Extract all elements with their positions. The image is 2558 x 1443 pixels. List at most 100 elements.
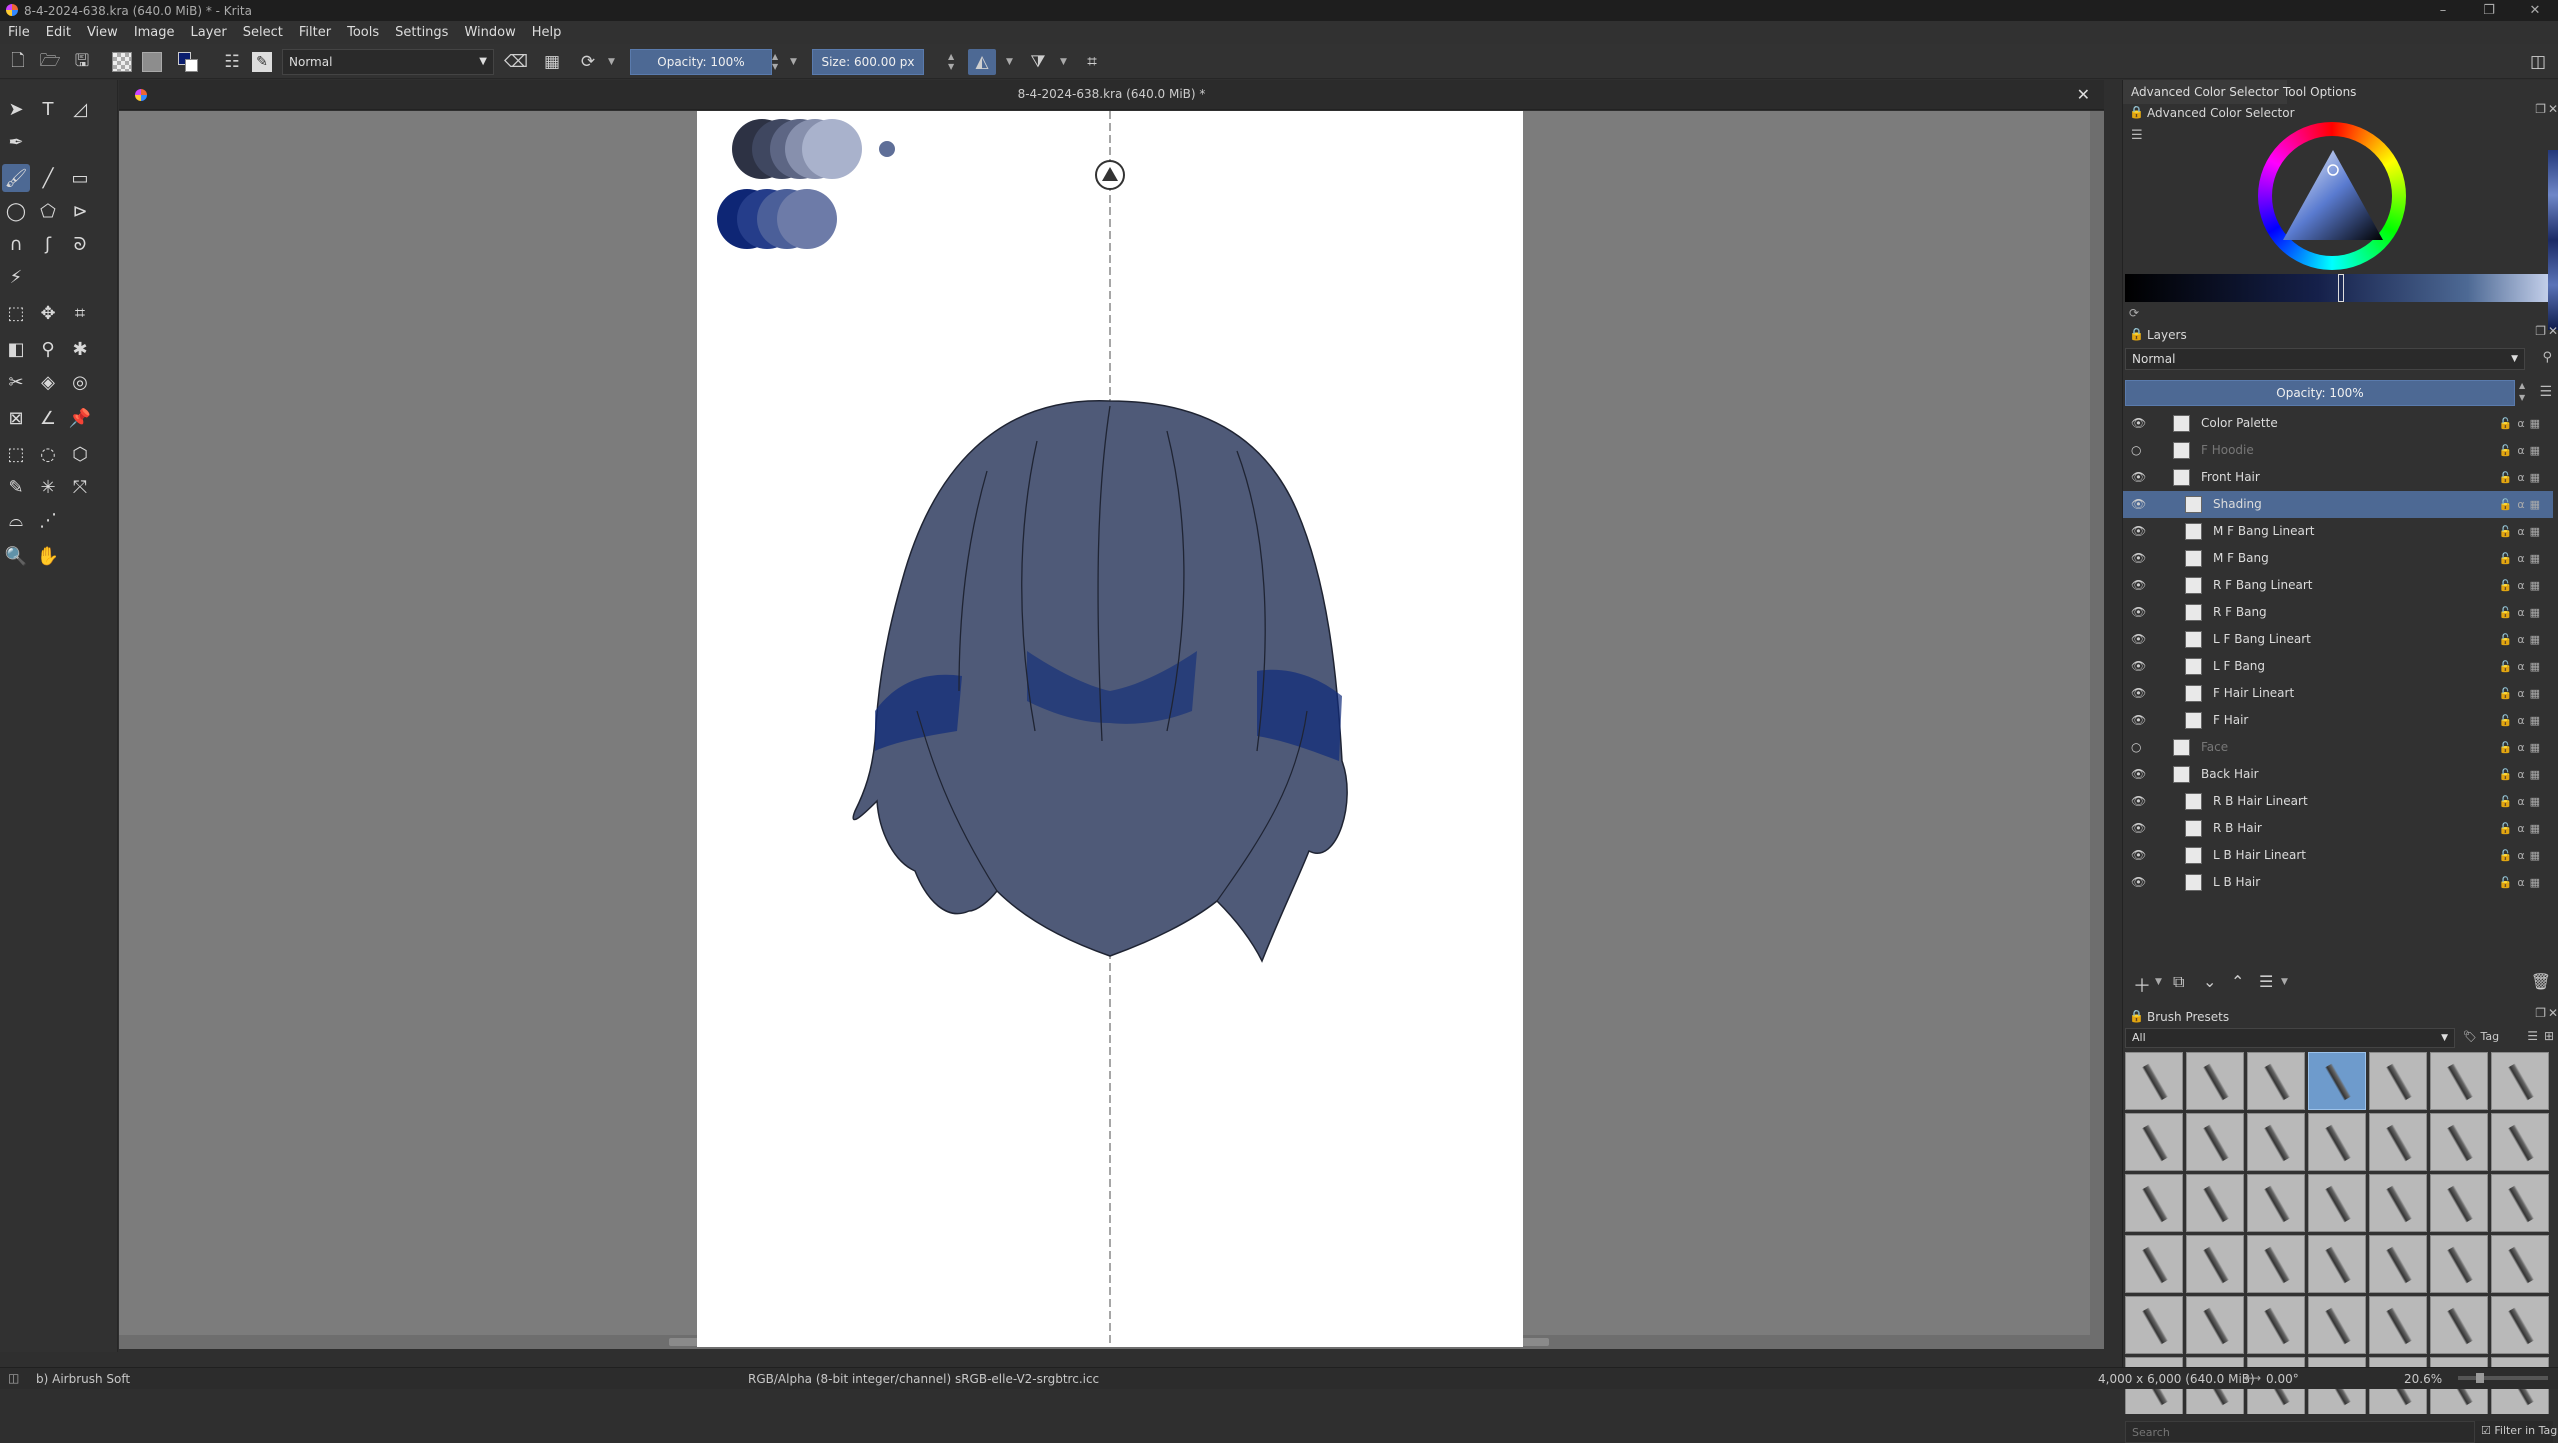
- contiguous-select-icon[interactable]: ✳: [34, 473, 62, 501]
- polyline-tool-icon[interactable]: ⊳: [66, 197, 94, 225]
- opacity-stepper-icon[interactable]: ▲ ▼: [2519, 380, 2525, 404]
- fill-tool-icon[interactable]: ◈: [34, 368, 62, 396]
- layer-menu-icon[interactable]: ☰: [2539, 384, 2552, 400]
- layer-blend-mode-select[interactable]: Normal ▼: [2125, 348, 2525, 370]
- select-shapes-icon[interactable]: ➤: [2, 95, 30, 123]
- lock-icon[interactable]: 🔒: [2129, 1009, 2144, 1023]
- ellipse-select-icon[interactable]: ◌: [34, 440, 62, 468]
- layer-row[interactable]: 👁 Color Palette 🔓α▦: [2123, 410, 2553, 437]
- layer-row[interactable]: 👁 Back Hair 🔓α▦: [2123, 761, 2553, 788]
- layer-row[interactable]: 👁 R B Hair 🔓α▦: [2123, 815, 2553, 842]
- color-history-strip[interactable]: [2548, 150, 2558, 330]
- float-panel-icon[interactable]: ❐: [2535, 324, 2546, 338]
- add-layer-icon[interactable]: ＋: [2133, 972, 2151, 998]
- lock-icon[interactable]: 🔒: [2129, 105, 2144, 119]
- eye-icon[interactable]: 👁: [2131, 491, 2149, 518]
- brush-preset-tile[interactable]: [2125, 1235, 2183, 1293]
- layer-property-icons[interactable]: 🔓α▦: [2499, 734, 2545, 761]
- brush-preset-tile[interactable]: [2430, 1174, 2488, 1232]
- eye-icon[interactable]: 👁: [2131, 518, 2149, 545]
- layer-list[interactable]: 👁 Color Palette 🔓α▦ ○ F Hoodie 🔓α▦ 👁 Front Hair…: [2123, 410, 2558, 968]
- similar-select-icon[interactable]: ⤧: [66, 473, 94, 501]
- freehand-select-icon[interactable]: ✎: [2, 473, 30, 501]
- menu-help[interactable]: Help: [532, 25, 562, 40]
- layer-row[interactable]: 👁 F Hair 🔓α▦: [2123, 707, 2553, 734]
- layer-row[interactable]: 👁 F Hair Lineart 🔓α▦: [2123, 680, 2553, 707]
- brush-preset-tile[interactable]: [2247, 1174, 2305, 1232]
- eye-hidden-icon[interactable]: ○: [2131, 734, 2149, 761]
- value-gradient-bar[interactable]: [2125, 274, 2553, 302]
- minimize-button[interactable]: –: [2420, 0, 2466, 21]
- filter-in-tag-checkbox[interactable]: ☑ Filter in Tag: [2481, 1424, 2557, 1437]
- refresh-icon[interactable]: ⟳: [2129, 306, 2139, 320]
- dynamic-brush-icon[interactable]: ᘐ: [66, 230, 94, 258]
- close-panel-icon[interactable]: ✕: [2548, 324, 2558, 338]
- brush-preset-tile[interactable]: [2430, 1113, 2488, 1171]
- view-mode-icon[interactable]: ☰: [2527, 1029, 2538, 1043]
- brush-preset-tile[interactable]: [2125, 1296, 2183, 1354]
- brush-preset-tile[interactable]: [2308, 1235, 2366, 1293]
- chevron-down-icon[interactable]: ▼: [608, 57, 615, 67]
- layer-row[interactable]: 👁 Front Hair 🔓α▦: [2123, 464, 2553, 491]
- freehand-brush-icon[interactable]: 🖌: [2, 164, 30, 192]
- layer-property-icons[interactable]: 🔓α▦: [2499, 788, 2545, 815]
- opacity-stepper-icon[interactable]: ▲ ▼: [772, 52, 778, 72]
- bezier-select-icon[interactable]: ⌓: [2, 506, 30, 534]
- layer-property-icons[interactable]: 🔓α▦: [2499, 761, 2545, 788]
- multibrush-icon[interactable]: ⚡: [2, 263, 30, 291]
- layer-property-icons[interactable]: 🔓α▦: [2499, 707, 2545, 734]
- layer-property-icons[interactable]: 🔓α▦: [2499, 518, 2545, 545]
- close-document-button[interactable]: ✕: [2077, 85, 2090, 104]
- enclose-fill-icon[interactable]: ◎: [66, 368, 94, 396]
- menu-file[interactable]: File: [8, 25, 30, 40]
- menu-edit[interactable]: Edit: [46, 25, 71, 40]
- pattern-fill-icon[interactable]: [142, 52, 162, 72]
- layer-property-icons[interactable]: 🔓α▦: [2499, 545, 2545, 572]
- brush-preset-tile[interactable]: [2247, 1235, 2305, 1293]
- eye-icon[interactable]: 👁: [2131, 707, 2149, 734]
- menu-settings[interactable]: Settings: [395, 25, 448, 40]
- brush-preset-tile[interactable]: [2491, 1052, 2549, 1110]
- layer-property-icons[interactable]: 🔓α▦: [2499, 842, 2545, 869]
- wrap-around-icon[interactable]: ⌗: [1082, 52, 1102, 72]
- brush-preset-tile[interactable]: [2369, 1174, 2427, 1232]
- chevron-down-icon[interactable]: ▼: [2281, 977, 2288, 987]
- brush-preset-tile[interactable]: [2369, 1235, 2427, 1293]
- lock-icon[interactable]: 🔒: [2129, 327, 2144, 341]
- layer-row[interactable]: 👁 L F Bang 🔓α▦: [2123, 653, 2553, 680]
- assistant-tool-icon[interactable]: ⊠: [2, 404, 30, 432]
- gradient-tool-icon[interactable]: ◧: [2, 335, 30, 363]
- smart-patch-icon[interactable]: ✱: [66, 335, 94, 363]
- brush-preset-tile[interactable]: [2491, 1235, 2549, 1293]
- layer-property-icons[interactable]: 🔓α▦: [2499, 653, 2545, 680]
- layer-row[interactable]: 👁 R F Bang Lineart 🔓α▦: [2123, 572, 2553, 599]
- calligraphy-icon[interactable]: ✒: [2, 128, 30, 156]
- size-slider[interactable]: Size: 600.00 px: [812, 49, 924, 75]
- eye-icon[interactable]: 👁: [2131, 410, 2149, 437]
- move-tool-icon[interactable]: ✥: [34, 299, 62, 327]
- open-document-icon[interactable]: 🗁: [39, 51, 60, 72]
- filter-icon[interactable]: ⚲: [2542, 350, 2552, 365]
- brush-preset-tile[interactable]: [2125, 1174, 2183, 1232]
- edit-brush-settings-icon[interactable]: ☷: [222, 52, 242, 72]
- zoom-tool-icon[interactable]: 🔍: [2, 542, 30, 570]
- magnetic-select-icon[interactable]: ⋰: [34, 506, 62, 534]
- brush-preset-tile[interactable]: [2491, 1296, 2549, 1354]
- layer-opacity-slider[interactable]: Opacity: 100%: [2125, 380, 2515, 406]
- colorize-mask-icon[interactable]: ✂: [2, 368, 30, 396]
- gradient-pattern-icon[interactable]: [112, 52, 132, 72]
- brush-preset-tile[interactable]: [2247, 1113, 2305, 1171]
- layer-property-icons[interactable]: 🔓α▦: [2499, 572, 2545, 599]
- line-tool-icon[interactable]: ╱: [34, 164, 62, 192]
- eye-icon[interactable]: 👁: [2131, 599, 2149, 626]
- reference-images-icon[interactable]: 📌: [66, 404, 94, 432]
- brush-preset-tile[interactable]: [2308, 1113, 2366, 1171]
- eye-hidden-icon[interactable]: ○: [2131, 437, 2149, 464]
- color-space-label[interactable]: RGB/Alpha (8-bit integer/channel) sRGB-e…: [748, 1372, 1099, 1386]
- layer-property-icons[interactable]: 🔓α▦: [2499, 815, 2545, 842]
- zoom-slider[interactable]: [2458, 1373, 2548, 1383]
- drawing-canvas[interactable]: [697, 111, 1523, 1347]
- text-tool-icon[interactable]: T: [34, 95, 62, 123]
- layer-row[interactable]: 👁 L B Hair Lineart 🔓α▦: [2123, 842, 2553, 869]
- layer-row[interactable]: 👁 R F Bang 🔓α▦: [2123, 599, 2553, 626]
